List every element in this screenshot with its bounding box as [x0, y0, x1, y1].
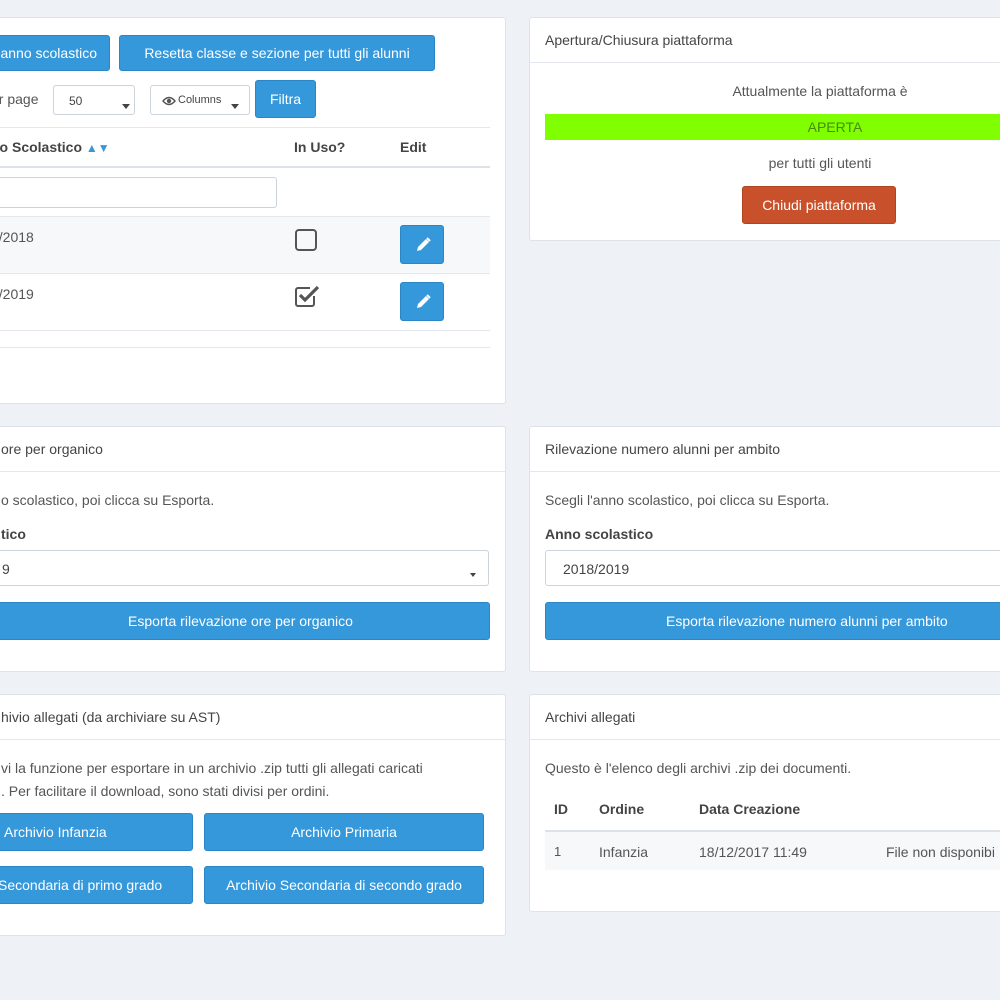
- col-header-edit: Edit: [400, 139, 427, 155]
- export-ore-organico-button[interactable]: Esporta rilevazione ore per organico: [0, 602, 490, 640]
- status-badge: APERTA: [545, 114, 1000, 140]
- archivio-secondaria-primo-label: Secondaria di primo grado: [0, 877, 163, 893]
- edit-button[interactable]: [400, 225, 444, 264]
- archivi-panel: Archivi allegati Questo è l'elenco degli…: [529, 694, 1000, 912]
- col-header-data: Data Creazione: [699, 801, 801, 817]
- per-page-label: er page: [0, 91, 39, 107]
- pencil-icon: [417, 294, 431, 308]
- sort-icon[interactable]: ▲▼: [86, 141, 110, 155]
- data-cell: 18/12/2017 11:49: [699, 844, 807, 860]
- archivio-infanzia-button[interactable]: Archivio Infanzia: [0, 813, 193, 851]
- archivio-desc-line2: . Per facilitare il download, sono stati…: [1, 783, 330, 799]
- anno-filter-input[interactable]: [0, 177, 277, 208]
- archivio-desc-line1: vi la funzione per esportare in un archi…: [1, 760, 423, 776]
- table-top-divider: [0, 127, 490, 128]
- filtra-button[interactable]: Filtra: [255, 80, 316, 118]
- pencil-icon: [417, 237, 431, 251]
- row-divider: [0, 330, 490, 331]
- archivio-secondaria-primo-button[interactable]: Secondaria di primo grado: [0, 866, 193, 904]
- checkbox-checked-icon[interactable]: [294, 284, 322, 308]
- archivi-desc: Questo è l'elenco degli archivi .zip dei…: [545, 760, 852, 776]
- file-cell: File non disponibi: [886, 844, 995, 860]
- per-page-select[interactable]: 50: [53, 85, 135, 115]
- anni-scolastici-panel: anno scolastico Resetta classe e sezione…: [0, 17, 506, 404]
- table-row: 1 Infanzia 18/12/2017 11:49 File non dis…: [545, 832, 1000, 870]
- panel-title: Archivi allegati: [530, 695, 1000, 740]
- panel-title: Apertura/Chiusura piattaforma: [530, 18, 1000, 63]
- anno-scolastico-button[interactable]: anno scolastico: [0, 35, 110, 71]
- panel-title: hivio allegati (da archiviare su AST): [0, 695, 505, 740]
- ordine-cell: Infanzia: [599, 844, 649, 860]
- columns-button[interactable]: Columns: [150, 85, 250, 115]
- id-cell: 1: [554, 844, 562, 859]
- anno-cell: 7/2018: [0, 229, 34, 245]
- archivio-primaria-button[interactable]: Archivio Primaria: [204, 813, 484, 851]
- anno-cell: 8/2019: [0, 286, 34, 302]
- col-header-in-uso: In Uso?: [294, 139, 346, 155]
- archivio-infanzia-label: Archivio Infanzia: [4, 824, 107, 840]
- anno-label: tico: [1, 526, 26, 542]
- alunni-ambito-panel: Rilevazione numero alunni per ambito Sce…: [529, 426, 1000, 672]
- table-row: 8/2019: [0, 274, 490, 330]
- table-row: 7/2018: [0, 217, 490, 273]
- archivio-secondaria-secondo-button[interactable]: Archivio Secondaria di secondo grado: [204, 866, 484, 904]
- col-header-id: ID: [554, 801, 568, 817]
- piattaforma-panel: Apertura/Chiusura piattaforma Attualment…: [529, 17, 1000, 241]
- col-header-ordine: Ordine: [599, 801, 645, 817]
- anno-select[interactable]: 9: [0, 550, 489, 586]
- export-alunni-ambito-button[interactable]: Esporta rilevazione numero alunni per am…: [545, 602, 1000, 640]
- columns-label: Columns: [178, 94, 222, 106]
- table-bottom-divider: [0, 347, 490, 348]
- archivio-allegati-panel: hivio allegati (da archiviare su AST) vi…: [0, 694, 506, 936]
- panel-title: Rilevazione numero alunni per ambito: [530, 427, 1000, 472]
- eye-icon: [162, 96, 176, 106]
- chevron-down-icon: [470, 566, 476, 581]
- header-divider: [0, 166, 490, 168]
- ore-organico-panel: ore per organico o scolastico, poi clicc…: [0, 426, 506, 672]
- col-header-anno[interactable]: no Scolastico ▲▼: [0, 139, 110, 155]
- anno-select[interactable]: 2018/2019: [545, 550, 1000, 586]
- edit-button[interactable]: [400, 282, 444, 321]
- alunni-ambito-desc: Scegli l'anno scolastico, poi clicca su …: [545, 492, 830, 508]
- col-header-anno-label: no Scolastico: [0, 139, 83, 155]
- chevron-down-icon: [122, 98, 130, 113]
- chevron-down-icon: [231, 98, 239, 113]
- piattaforma-line2: per tutti gli utenti: [768, 155, 872, 171]
- panel-title: ore per organico: [0, 427, 505, 472]
- anno-select-value: 9: [2, 561, 10, 577]
- per-page-value: 50: [69, 94, 83, 108]
- chiudi-piattaforma-button[interactable]: Chiudi piattaforma: [742, 186, 896, 224]
- anno-select-value: 2018/2019: [563, 561, 630, 577]
- resetta-classe-button[interactable]: Resetta classe e sezione per tutti gli a…: [119, 35, 435, 71]
- ore-organico-desc: o scolastico, poi clicca su Esporta.: [1, 492, 215, 508]
- piattaforma-line1: Attualmente la piattaforma è: [732, 83, 908, 99]
- checkbox-unchecked-icon[interactable]: [294, 228, 318, 252]
- anno-label: Anno scolastico: [545, 526, 654, 542]
